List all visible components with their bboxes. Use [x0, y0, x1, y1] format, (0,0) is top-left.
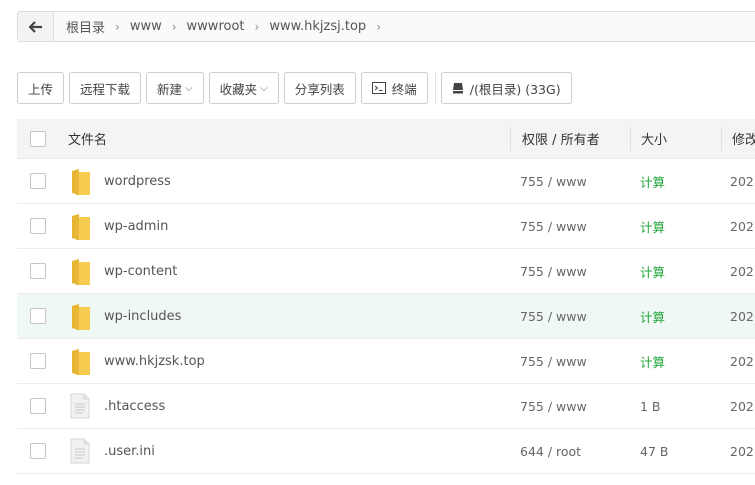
back-button[interactable]	[18, 12, 54, 41]
row-checkbox[interactable]	[30, 398, 46, 414]
file-name[interactable]: wp-includes	[104, 309, 181, 324]
file-permission[interactable]: 755 / www	[520, 309, 587, 324]
table-header: 文件名 权限 / 所有者 大小 修改	[17, 119, 755, 159]
table-row[interactable]: wordpress 755 / www 计算 2021	[17, 159, 755, 204]
folder-icon	[70, 303, 92, 335]
terminal-icon	[371, 82, 386, 94]
upload-button[interactable]: 上传	[17, 72, 65, 104]
chevron-right-icon: ›	[376, 19, 381, 34]
file-name[interactable]: www.hkjzsk.top	[104, 354, 205, 369]
calculate-size-link[interactable]: 计算	[640, 172, 665, 191]
file-table: 文件名 权限 / 所有者 大小 修改 wordpress 755 / www 计算 2…	[17, 119, 755, 474]
disk-label: /(根目录) (33G)	[469, 81, 561, 97]
breadcrumb-item-www[interactable]: www	[126, 19, 166, 34]
file-name[interactable]: .htaccess	[104, 399, 165, 414]
row-checkbox[interactable]	[30, 263, 46, 279]
select-all-checkbox[interactable]	[30, 130, 46, 147]
row-checkbox[interactable]	[30, 218, 46, 234]
chevron-right-icon: ›	[171, 19, 177, 34]
table-row[interactable]: .htaccess 755 / www 1 B 2021	[17, 384, 755, 429]
calculate-size-link[interactable]: 计算	[640, 352, 665, 371]
row-checkbox[interactable]	[30, 443, 46, 459]
favorites-label: 收藏夹	[219, 81, 258, 97]
file-permission[interactable]: 755 / www	[520, 399, 587, 414]
file-toolbar: 上传 远程下载 新建 ⌵ 收藏夹 ⌵ 分享列表 终端 /(根目录) (33G)	[17, 72, 577, 104]
terminal-label: 终端	[391, 81, 417, 97]
file-modified-date: 2021	[730, 443, 755, 459]
row-checkbox[interactable]	[30, 353, 46, 369]
table-row[interactable]: wp-content 755 / www 计算 2021	[17, 249, 755, 294]
file-size: 1 B	[640, 398, 661, 414]
chevron-down-icon: ⌵	[185, 82, 193, 94]
remote-download-button[interactable]: 远程下载	[69, 72, 142, 104]
breadcrumb-item-wwwroot[interactable]: wwwroot	[183, 19, 249, 34]
table-row[interactable]: .user.ini 644 / root 47 B 2021	[17, 429, 755, 474]
file-size: 47 B	[640, 443, 669, 459]
file-permission[interactable]: 755 / www	[520, 264, 587, 279]
file-permission[interactable]: 755 / www	[520, 354, 587, 369]
header-name[interactable]: 文件名	[68, 129, 107, 148]
file-permission[interactable]: 644 / root	[520, 444, 581, 459]
header-size[interactable]: 大小	[641, 129, 667, 148]
favorites-dropdown-button[interactable]: 收藏夹 ⌵	[208, 72, 279, 104]
file-name[interactable]: .user.ini	[104, 444, 155, 459]
file-icon	[70, 393, 90, 423]
terminal-button[interactable]: 终端	[360, 72, 428, 104]
column-divider	[510, 127, 511, 151]
file-name[interactable]: wp-content	[104, 264, 177, 279]
table-row[interactable]: wp-includes 755 / www 计算 2021	[17, 294, 755, 339]
file-name[interactable]: wp-admin	[104, 219, 168, 234]
file-modified-date: 2021	[730, 173, 755, 189]
upload-label: 上传	[28, 81, 54, 97]
toolbar-divider	[434, 72, 436, 104]
column-divider	[721, 127, 722, 151]
remote-download-label: 远程下载	[80, 81, 131, 97]
file-modified-date: 2021	[730, 398, 755, 414]
arrow-left-icon	[28, 20, 42, 33]
new-dropdown-button[interactable]: 新建 ⌵	[146, 72, 204, 104]
breadcrumb-item-site[interactable]: www.hkjzsj.top	[265, 19, 370, 34]
folder-icon	[70, 258, 92, 290]
table-body: wordpress 755 / www 计算 2021 wp-admin 755 / w…	[17, 159, 755, 474]
file-modified-date: 2021	[730, 218, 755, 234]
folder-icon	[70, 213, 92, 245]
file-name[interactable]: wordpress	[104, 174, 171, 189]
folder-icon	[70, 348, 92, 380]
breadcrumb: 根目录 › www › wwwroot › www.hkjzsj.top ›	[54, 17, 387, 36]
header-modified[interactable]: 修改	[732, 129, 755, 148]
new-label: 新建	[157, 81, 183, 97]
chevron-down-icon: ⌵	[260, 82, 268, 94]
chevron-right-icon: ›	[254, 19, 260, 34]
file-permission[interactable]: 755 / www	[520, 219, 587, 234]
disk-button[interactable]: /(根目录) (33G)	[440, 72, 572, 104]
row-checkbox[interactable]	[30, 308, 46, 324]
calculate-size-link[interactable]: 计算	[640, 307, 665, 326]
column-divider	[630, 127, 631, 151]
share-list-label: 分享列表	[294, 81, 345, 97]
share-list-button[interactable]: 分享列表	[283, 72, 356, 104]
breadcrumb-item-root[interactable]: 根目录	[62, 17, 109, 36]
file-icon	[70, 438, 90, 468]
row-checkbox[interactable]	[30, 173, 46, 189]
file-modified-date: 2021	[730, 308, 755, 324]
path-bar: 根目录 › www › wwwroot › www.hkjzsj.top ›	[17, 11, 755, 42]
calculate-size-link[interactable]: 计算	[640, 262, 665, 281]
file-modified-date: 2021	[730, 353, 755, 369]
table-row[interactable]: wp-admin 755 / www 计算 2021	[17, 204, 755, 249]
file-permission[interactable]: 755 / www	[520, 174, 587, 189]
disk-icon	[452, 82, 464, 94]
chevron-right-icon: ›	[115, 19, 120, 34]
file-modified-date: 2021	[730, 263, 755, 279]
folder-icon	[70, 168, 92, 200]
table-row[interactable]: www.hkjzsk.top 755 / www 计算 2021	[17, 339, 755, 384]
calculate-size-link[interactable]: 计算	[640, 217, 665, 236]
header-perm[interactable]: 权限 / 所有者	[522, 129, 600, 148]
